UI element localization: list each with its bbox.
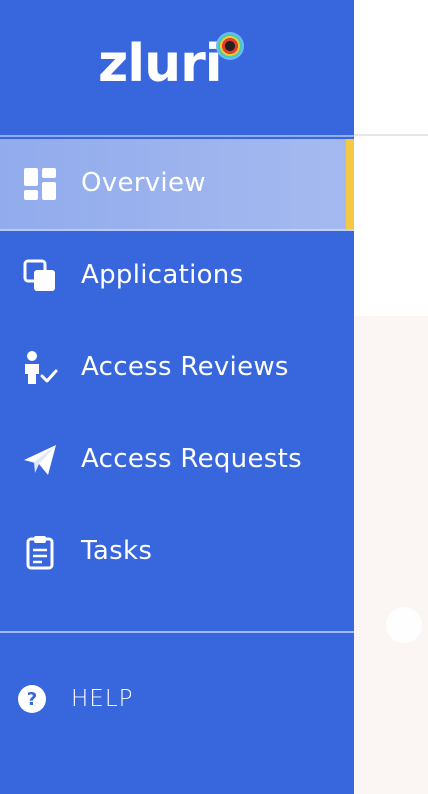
sidebar: zluri Overview Applications Access Revie…: [0, 0, 354, 794]
help-label: HELP: [71, 686, 134, 712]
main-content: [354, 316, 428, 794]
active-indicator: [346, 139, 354, 229]
sidebar-item-label: Access Reviews: [81, 352, 289, 382]
applications-icon: [23, 259, 55, 291]
bottom-divider: [0, 631, 354, 633]
access-review-icon: [25, 351, 58, 384]
help-icon: ?: [18, 685, 46, 713]
sidebar-item-overview[interactable]: Overview: [0, 139, 354, 231]
main-header: [354, 0, 428, 136]
sidebar-item-access-reviews[interactable]: Access Reviews: [0, 323, 354, 413]
sidebar-item-label: Overview: [81, 168, 206, 198]
sidebar-item-label: Access Requests: [81, 444, 302, 474]
sidebar-item-label: Applications: [81, 260, 244, 290]
sidebar-collapse-handle[interactable]: [386, 607, 422, 643]
clipboard-icon: [26, 536, 54, 570]
sidebar-item-access-requests[interactable]: Access Requests: [0, 415, 354, 505]
paper-plane-icon: [24, 445, 56, 475]
svg-text:?: ?: [27, 689, 37, 710]
sidebar-item-applications[interactable]: Applications: [0, 231, 354, 321]
top-divider: [0, 135, 354, 137]
sidebar-item-tasks[interactable]: Tasks: [0, 507, 354, 597]
help-link[interactable]: ? HELP: [0, 676, 200, 722]
zluri-logo[interactable]: zluri: [98, 30, 250, 100]
logo-dot-icon: [216, 32, 244, 60]
dashboard-icon: [24, 168, 56, 200]
logo-text: zluri: [98, 34, 223, 94]
main-top-panel: [354, 136, 428, 316]
sidebar-item-label: Tasks: [81, 536, 153, 566]
